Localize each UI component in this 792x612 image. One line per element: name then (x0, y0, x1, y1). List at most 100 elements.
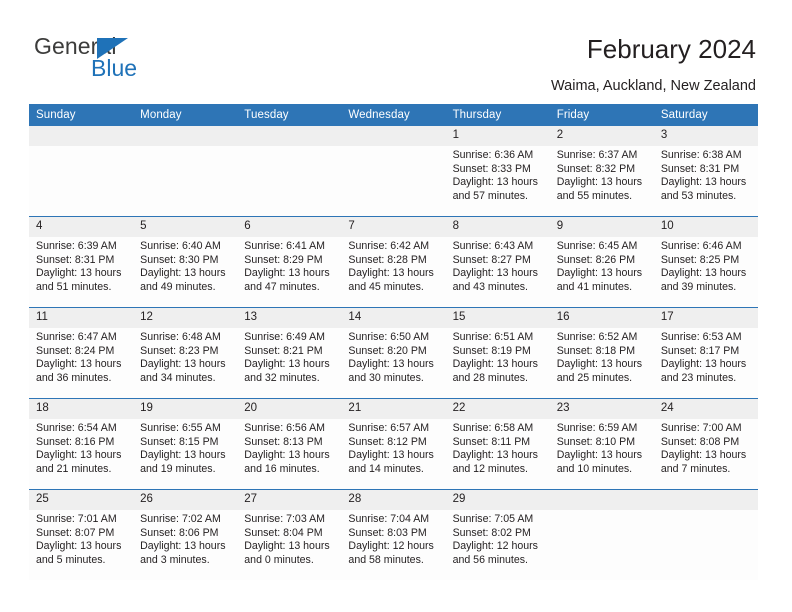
daylight-text-line2: and 36 minutes. (36, 371, 112, 384)
calendar-day-cell[interactable] (549, 489, 654, 580)
day-details: Sunrise: 6:47 AM Sunset: 8:24 PM Dayligh… (29, 328, 133, 385)
daylight-text-line1: Daylight: 13 hours (36, 358, 122, 371)
calendar-week-row: 1 Sunrise: 6:36 AM Sunset: 8:33 PM Dayli… (29, 126, 758, 217)
sunset-text: Sunset: 8:23 PM (140, 344, 219, 357)
calendar-day-cell[interactable] (341, 126, 446, 217)
calendar-day-cell[interactable]: 7 Sunrise: 6:42 AM Sunset: 8:28 PM Dayli… (341, 216, 446, 308)
calendar-day-cell[interactable] (237, 126, 342, 217)
calendar-day-cell[interactable]: 19 Sunrise: 6:55 AM Sunset: 8:15 PM Dayl… (133, 398, 238, 490)
calendar-day-cell[interactable]: 27 Sunrise: 7:03 AM Sunset: 8:04 PM Dayl… (237, 489, 342, 580)
calendar-day-cell[interactable]: 12 Sunrise: 6:48 AM Sunset: 8:23 PM Dayl… (133, 307, 238, 399)
sunrise-text: Sunrise: 6:41 AM (244, 240, 325, 252)
daylight-text-line2: and 57 minutes. (452, 189, 528, 202)
calendar-day-cell[interactable]: 9 Sunrise: 6:45 AM Sunset: 8:26 PM Dayli… (549, 216, 654, 308)
calendar-day-cell[interactable]: 13 Sunrise: 6:49 AM Sunset: 8:21 PM Dayl… (237, 307, 342, 399)
daylight-text-line1: Daylight: 13 hours (244, 267, 330, 280)
calendar-day-cell[interactable] (133, 126, 238, 217)
calendar-day-cell[interactable]: 18 Sunrise: 6:54 AM Sunset: 8:16 PM Dayl… (29, 398, 134, 490)
day-details: Sunrise: 6:38 AM Sunset: 8:31 PM Dayligh… (654, 146, 758, 203)
day-number: 26 (133, 490, 238, 510)
daylight-text-line1: Daylight: 13 hours (556, 449, 643, 462)
calendar-day-cell[interactable]: 28 Sunrise: 7:04 AM Sunset: 8:03 PM Dayl… (341, 489, 446, 580)
daylight-text-line2: and 41 minutes. (556, 280, 633, 293)
day-number: 28 (341, 490, 446, 510)
calendar-day-cell[interactable]: 16 Sunrise: 6:52 AM Sunset: 8:18 PM Dayl… (549, 307, 654, 399)
sunrise-text: Sunrise: 6:39 AM (36, 240, 117, 252)
daylight-text-line1: Daylight: 13 hours (452, 176, 538, 189)
sunrise-text: Sunrise: 6:53 AM (660, 331, 742, 343)
calendar-day-cell[interactable]: 14 Sunrise: 6:50 AM Sunset: 8:20 PM Dayl… (341, 307, 446, 399)
calendar-weekday-header-row: Sunday Monday Tuesday Wednesday Thursday… (29, 104, 758, 126)
daylight-text-line1: Daylight: 13 hours (140, 449, 226, 462)
sunrise-text: Sunrise: 7:02 AM (140, 513, 221, 525)
daylight-text-line2: and 49 minutes. (140, 280, 216, 293)
daylight-text-line1: Daylight: 13 hours (244, 358, 330, 371)
weekday-header-sunday: Sunday (29, 104, 134, 126)
weekday-header-friday: Friday (549, 104, 654, 126)
calendar-day-cell[interactable]: 20 Sunrise: 6:56 AM Sunset: 8:13 PM Dayl… (237, 398, 342, 490)
day-number (549, 490, 654, 510)
sunset-text: Sunset: 8:07 PM (36, 526, 115, 539)
sunrise-text: Sunrise: 6:46 AM (660, 240, 742, 252)
daylight-text-line1: Daylight: 13 hours (660, 358, 747, 371)
day-details: Sunrise: 6:37 AM Sunset: 8:32 PM Dayligh… (550, 146, 654, 203)
calendar-day-cell[interactable]: 21 Sunrise: 6:57 AM Sunset: 8:12 PM Dayl… (341, 398, 446, 490)
day-details: Sunrise: 6:49 AM Sunset: 8:21 PM Dayligh… (237, 328, 341, 385)
general-blue-logo[interactable]: General Blue (34, 33, 234, 85)
daylight-text-line2: and 12 minutes. (452, 462, 528, 475)
day-number (653, 490, 758, 510)
sunrise-text: Sunrise: 6:54 AM (36, 422, 117, 434)
sunset-text: Sunset: 8:04 PM (244, 526, 323, 539)
calendar-day-cell[interactable]: 25 Sunrise: 7:01 AM Sunset: 8:07 PM Dayl… (29, 489, 134, 580)
calendar-week-row: 25 Sunrise: 7:01 AM Sunset: 8:07 PM Dayl… (29, 489, 758, 580)
day-details: Sunrise: 6:43 AM Sunset: 8:27 PM Dayligh… (446, 237, 550, 294)
calendar-day-cell[interactable] (653, 489, 758, 580)
sunrise-text: Sunrise: 6:43 AM (452, 240, 534, 252)
calendar-day-cell[interactable]: 4 Sunrise: 6:39 AM Sunset: 8:31 PM Dayli… (29, 216, 134, 308)
daylight-text-line2: and 28 minutes. (452, 371, 528, 384)
sunset-text: Sunset: 8:32 PM (556, 162, 636, 175)
sunrise-text: Sunrise: 7:04 AM (348, 513, 430, 525)
sunrise-text: Sunrise: 6:50 AM (348, 331, 430, 343)
calendar-day-cell[interactable]: 1 Sunrise: 6:36 AM Sunset: 8:33 PM Dayli… (445, 126, 550, 217)
daylight-text-line2: and 23 minutes. (660, 371, 737, 384)
daylight-text-line1: Daylight: 13 hours (556, 358, 643, 371)
calendar-day-cell[interactable]: 17 Sunrise: 6:53 AM Sunset: 8:17 PM Dayl… (653, 307, 758, 399)
sunrise-text: Sunrise: 6:47 AM (36, 331, 117, 343)
sunrise-text: Sunrise: 6:37 AM (556, 149, 638, 161)
sunset-text: Sunset: 8:18 PM (556, 344, 636, 357)
day-details (550, 510, 654, 513)
day-number: 4 (29, 217, 134, 237)
sunset-text: Sunset: 8:10 PM (556, 435, 636, 448)
day-details: Sunrise: 6:54 AM Sunset: 8:16 PM Dayligh… (29, 419, 133, 476)
calendar-day-cell[interactable]: 8 Sunrise: 6:43 AM Sunset: 8:27 PM Dayli… (445, 216, 550, 308)
calendar-day-cell[interactable]: 24 Sunrise: 7:00 AM Sunset: 8:08 PM Dayl… (653, 398, 758, 490)
day-number: 17 (653, 308, 758, 328)
calendar-day-cell[interactable]: 26 Sunrise: 7:02 AM Sunset: 8:06 PM Dayl… (133, 489, 238, 580)
calendar-day-cell[interactable]: 6 Sunrise: 6:41 AM Sunset: 8:29 PM Dayli… (237, 216, 342, 308)
daylight-text-line2: and 16 minutes. (244, 462, 320, 475)
sunset-text: Sunset: 8:19 PM (452, 344, 531, 357)
calendar-day-cell[interactable]: 29 Sunrise: 7:05 AM Sunset: 8:02 PM Dayl… (445, 489, 550, 580)
calendar-day-cell[interactable]: 3 Sunrise: 6:38 AM Sunset: 8:31 PM Dayli… (653, 126, 758, 217)
calendar-day-cell[interactable]: 2 Sunrise: 6:37 AM Sunset: 8:32 PM Dayli… (549, 126, 654, 217)
page-subtitle-location: Waima, Auckland, New Zealand (551, 78, 756, 94)
calendar-day-cell[interactable]: 10 Sunrise: 6:46 AM Sunset: 8:25 PM Dayl… (653, 216, 758, 308)
sunset-text: Sunset: 8:31 PM (36, 253, 115, 266)
day-number: 19 (133, 399, 238, 419)
daylight-text-line2: and 45 minutes. (348, 280, 424, 293)
page-header: General Blue February 2024 Waima, Auckla… (0, 0, 792, 104)
calendar-day-cell[interactable]: 22 Sunrise: 6:58 AM Sunset: 8:11 PM Dayl… (445, 398, 550, 490)
calendar-day-cell[interactable] (29, 126, 134, 217)
day-number: 25 (29, 490, 134, 510)
day-number: 13 (237, 308, 342, 328)
sunrise-text: Sunrise: 6:42 AM (348, 240, 430, 252)
day-details: Sunrise: 6:48 AM Sunset: 8:23 PM Dayligh… (133, 328, 237, 385)
calendar-day-cell[interactable]: 11 Sunrise: 6:47 AM Sunset: 8:24 PM Dayl… (29, 307, 134, 399)
day-details: Sunrise: 6:55 AM Sunset: 8:15 PM Dayligh… (133, 419, 237, 476)
calendar-day-cell[interactable]: 5 Sunrise: 6:40 AM Sunset: 8:30 PM Dayli… (133, 216, 238, 308)
weekday-header-thursday: Thursday (445, 104, 550, 126)
daylight-text-line1: Daylight: 13 hours (660, 267, 747, 280)
calendar-day-cell[interactable]: 15 Sunrise: 6:51 AM Sunset: 8:19 PM Dayl… (445, 307, 550, 399)
calendar-day-cell[interactable]: 23 Sunrise: 6:59 AM Sunset: 8:10 PM Dayl… (549, 398, 654, 490)
